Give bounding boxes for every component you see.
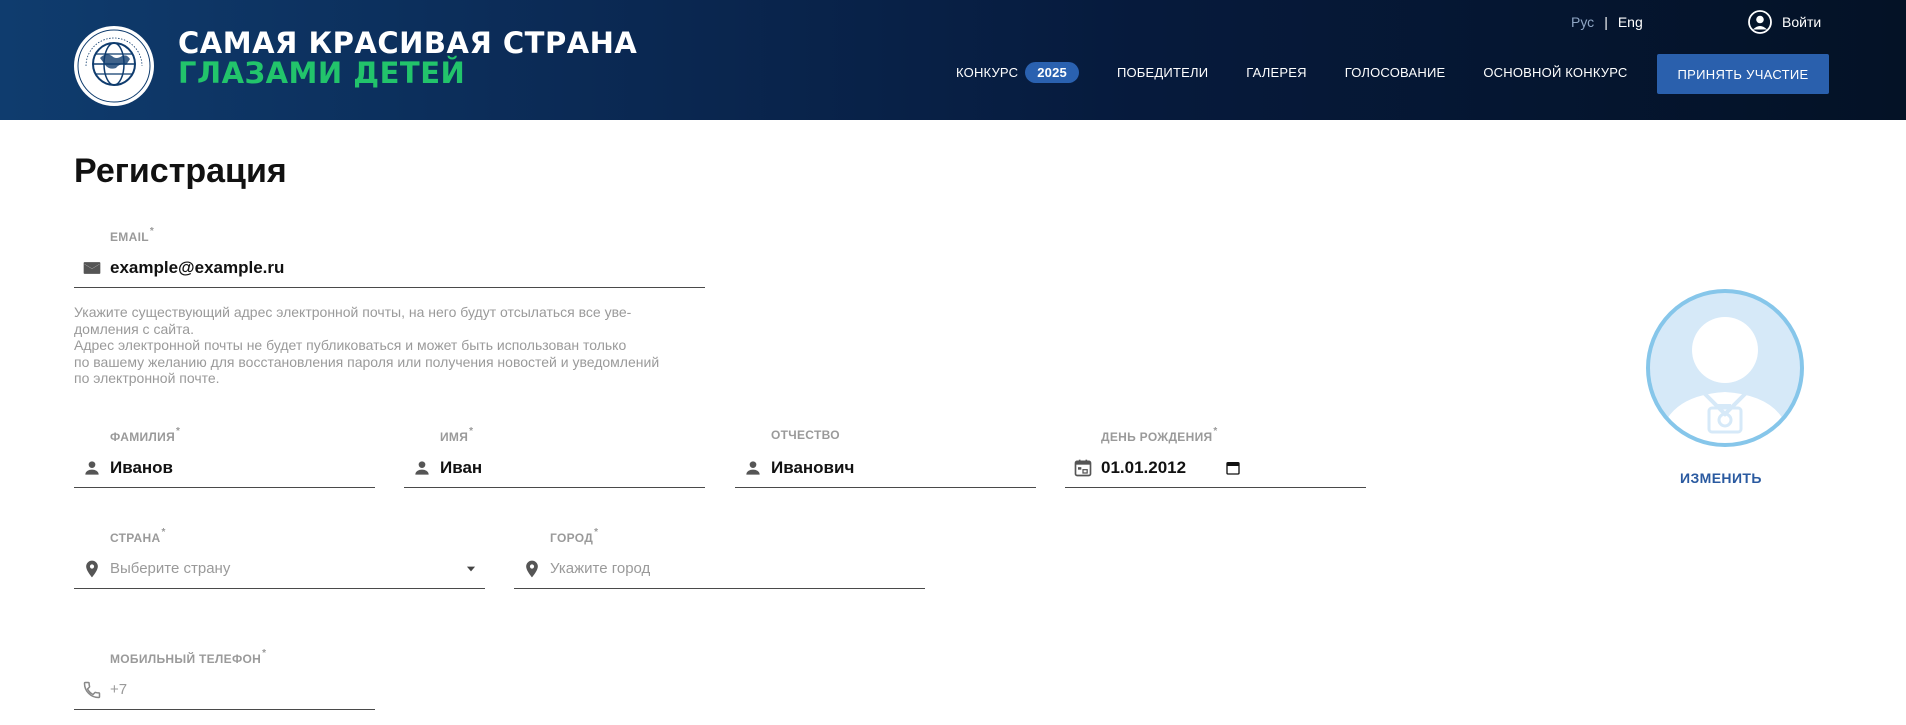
birthday-input[interactable]: 01.01.2012: [1065, 448, 1366, 488]
city-input[interactable]: Укажите город: [514, 549, 925, 589]
mail-icon: [74, 248, 110, 288]
participate-button[interactable]: ПРИНЯТЬ УЧАСТИЕ: [1657, 54, 1829, 94]
email-help-text: Укажите существующий адрес электронной п…: [74, 304, 660, 386]
nav-voting[interactable]: ГОЛОСОВАНИЕ: [1345, 65, 1446, 80]
site-header: САМАЯ КРАСИВАЯ СТРАНА ГЛАЗАМИ ДЕТЕЙ Рус …: [0, 0, 1906, 120]
avatar-placeholder[interactable]: [1645, 288, 1805, 448]
person-icon: [404, 448, 440, 488]
contest-year-badge: 2025: [1025, 62, 1079, 83]
nav-contest[interactable]: КОНКУРС 2025: [956, 62, 1079, 83]
site-title-line2: ГЛАЗАМИ ДЕТЕЙ: [178, 56, 466, 90]
city-label: ГОРОД*: [550, 527, 599, 545]
last-name-label: ФАМИЛИЯ*: [110, 426, 181, 444]
city-placeholder: Укажите город: [550, 560, 651, 577]
nav-winners[interactable]: ПОБЕДИТЕЛИ: [1117, 65, 1208, 80]
lang-separator: |: [1604, 14, 1608, 30]
first-name-value: Иван: [440, 457, 483, 477]
lang-ru-link[interactable]: Рус: [1571, 14, 1594, 30]
last-name-value: Иванов: [110, 457, 174, 477]
country-placeholder: Выберите страну: [110, 560, 231, 577]
location-pin-icon: [74, 549, 110, 589]
page-title: Регистрация: [74, 152, 287, 190]
nav-main-contest[interactable]: ОСНОВНОЙ КОНКУРС: [1483, 65, 1627, 80]
location-pin-icon: [514, 549, 550, 589]
phone-icon: [74, 670, 110, 710]
calendar-icon: [1065, 448, 1101, 488]
site-title[interactable]: САМАЯ КРАСИВАЯ СТРАНА ГЛАЗАМИ ДЕТЕЙ: [178, 26, 637, 90]
phone-input[interactable]: +7: [74, 670, 375, 710]
patronymic-input[interactable]: Иванович: [735, 448, 1036, 488]
first-name-label: ИМЯ*: [440, 426, 474, 444]
change-avatar-button[interactable]: ИЗМЕНИТЬ: [1680, 470, 1762, 486]
rgo-logo-icon[interactable]: [72, 24, 156, 108]
login-link[interactable]: Войти: [1748, 10, 1821, 34]
last-name-input[interactable]: Иванов: [74, 448, 375, 488]
phone-label: МОБИЛЬНЫЙ ТЕЛЕФОН*: [110, 648, 267, 666]
patronymic-label: ОТЧЕСТВО: [771, 428, 840, 442]
login-label: Войти: [1782, 14, 1822, 30]
nav-contest-label: КОНКУРС: [956, 65, 1019, 80]
person-icon: [74, 448, 110, 488]
birthday-label: ДЕНЬ РОЖДЕНИЯ*: [1101, 426, 1218, 444]
country-select[interactable]: Выберите страну: [74, 549, 485, 589]
chevron-down-icon[interactable]: [457, 549, 485, 589]
email-label: EMAIL*: [110, 226, 155, 244]
date-picker-icon[interactable]: [1225, 460, 1255, 476]
account-circle-icon: [1748, 10, 1772, 34]
birthday-value: 01.01.2012: [1101, 457, 1187, 477]
person-icon: [735, 448, 771, 488]
email-value: example@example.ru: [110, 257, 285, 277]
phone-placeholder: +7: [110, 681, 128, 698]
main-nav: КОНКУРС 2025 ПОБЕДИТЕЛИ ГАЛЕРЕЯ ГОЛОСОВА…: [956, 62, 1666, 83]
first-name-input[interactable]: Иван: [404, 448, 705, 488]
lang-en-link[interactable]: Eng: [1618, 14, 1643, 30]
patronymic-value: Иванович: [771, 457, 855, 477]
language-switcher: Рус | Eng: [1571, 14, 1643, 30]
nav-gallery[interactable]: ГАЛЕРЕЯ: [1246, 65, 1306, 80]
country-label: СТРАНА*: [110, 527, 166, 545]
site-title-line1: САМАЯ КРАСИВАЯ СТРАНА: [178, 26, 638, 60]
email-input[interactable]: example@example.ru: [74, 248, 705, 288]
